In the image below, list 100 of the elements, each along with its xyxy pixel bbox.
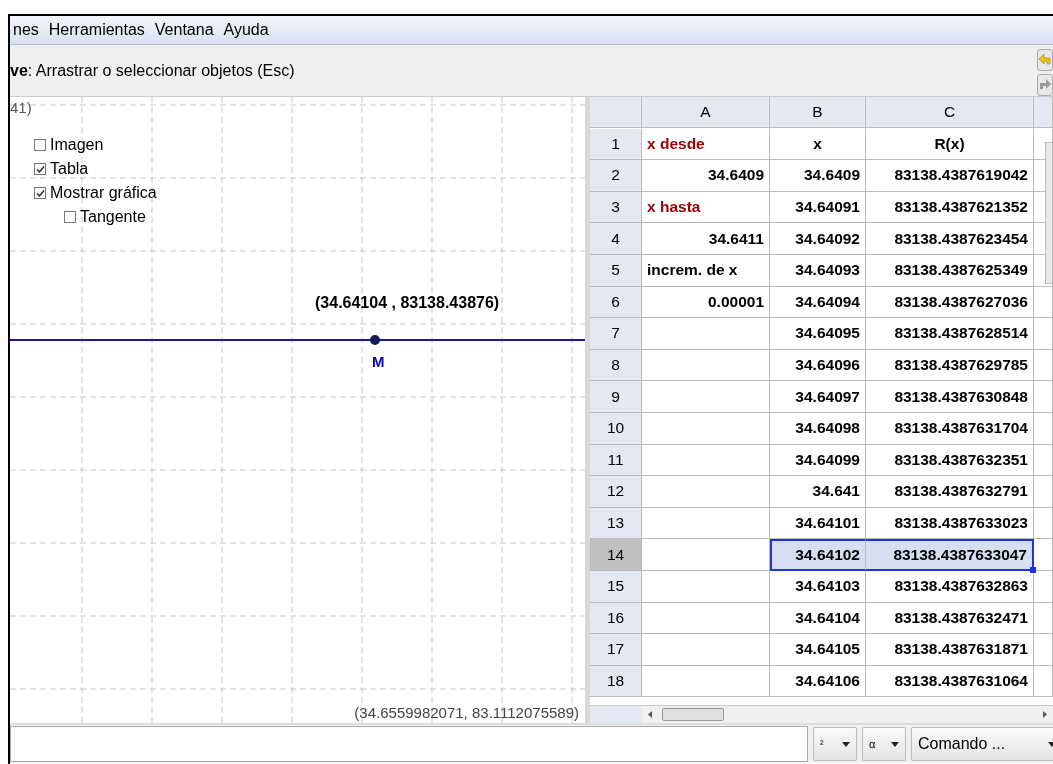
table-cell: 34.6411: [642, 223, 770, 255]
table-cell: [1034, 476, 1053, 508]
row-header[interactable]: 10: [590, 412, 642, 445]
menu-item[interactable]: Ayuda: [222, 21, 270, 39]
table-cell: [1034, 412, 1053, 445]
table-cell: x hasta: [642, 191, 770, 224]
table-cell: increm. de x: [642, 254, 770, 287]
row-header[interactable]: 4: [590, 223, 642, 255]
menu-item[interactable]: Ventana: [153, 21, 215, 39]
row-header[interactable]: 7: [590, 318, 642, 350]
table-cell: 34.64102: [770, 539, 866, 571]
input-field[interactable]: [10, 726, 808, 762]
table-cell: 83138.4387619042: [866, 160, 1034, 192]
row-header[interactable]: 8: [590, 349, 642, 382]
table-cell: 83138.4387623454: [866, 223, 1034, 255]
table-cell: [1034, 318, 1053, 350]
table-cell: 83138.4387632471: [866, 602, 1034, 635]
row-header[interactable]: 6: [590, 286, 642, 319]
dropdown[interactable]: ²: [813, 727, 857, 761]
table-cell: 83138.4387625349: [866, 254, 1034, 287]
vertical-scrollbar[interactable]: [1045, 142, 1053, 284]
row-header[interactable]: 11: [590, 444, 642, 477]
table-cell: 34.64103: [770, 570, 866, 603]
row-header[interactable]: 3: [590, 191, 642, 224]
table-cell: 34.6409: [770, 160, 866, 192]
table-cell: 83138.4387631064: [866, 665, 1034, 698]
table-cell: [1034, 286, 1053, 319]
table-cell: [1034, 570, 1053, 603]
caret-icon: [891, 741, 899, 747]
row-header[interactable]: 15: [590, 570, 642, 603]
table-cell: [1034, 634, 1053, 666]
table-cell: 34.64092: [770, 223, 866, 255]
table-cell: 34.64104: [770, 602, 866, 635]
row-header[interactable]: 17: [590, 634, 642, 666]
redo-icon[interactable]: [1037, 74, 1053, 96]
checkbox-label: Tabla: [50, 160, 89, 178]
table-cell: 83138.4387628514: [866, 318, 1034, 350]
table-cell: 34.64106: [770, 665, 866, 698]
table-cell: 34.64094: [770, 286, 866, 319]
row-header[interactable]: 16: [590, 602, 642, 635]
point-coordinates-label: (34.64104 , 83138.43876): [315, 294, 500, 312]
menu-item[interactable]: Herramientas: [47, 21, 146, 39]
table-cell: [1034, 507, 1053, 540]
dropdown[interactable]: Comando ...: [911, 727, 1053, 761]
table-cell: 34.641: [770, 476, 866, 508]
table-cell: 34.64091: [770, 191, 866, 224]
row-header[interactable]: 13: [590, 507, 642, 540]
table-cell: 34.64096: [770, 349, 866, 382]
table-cell: 83138.4387632863: [866, 570, 1034, 603]
checkbox-label: Tangente: [80, 208, 146, 226]
corner-cell[interactable]: [590, 97, 642, 128]
table-cell: [1034, 349, 1053, 382]
row-header[interactable]: 9: [590, 381, 642, 413]
table-cell: [1034, 539, 1053, 571]
checkbox[interactable]: [34, 139, 46, 151]
column-header[interactable]: C: [866, 97, 1034, 128]
tool-help-text: ve: Arrastrar o seleccionar objetos (Esc): [10, 61, 295, 80]
table-cell: 83138.4387631704: [866, 412, 1034, 445]
checkbox-label: Mostrar gráfica: [50, 184, 157, 202]
table-cell: 83138.4387632351: [866, 444, 1034, 477]
column-header[interactable]: A: [642, 97, 770, 128]
row-header[interactable]: 1: [590, 128, 642, 161]
table-cell: 83138.4387630848: [866, 381, 1034, 413]
row-header[interactable]: 5: [590, 254, 642, 287]
menu-item[interactable]: nes: [12, 21, 40, 39]
row-header[interactable]: 2: [590, 160, 642, 192]
dropdown[interactable]: α: [862, 727, 906, 761]
table-cell: 34.6409: [642, 160, 770, 192]
table-cell: 34.64093: [770, 254, 866, 287]
table-cell: 0.00001: [642, 286, 770, 319]
checkbox[interactable]: [34, 163, 46, 175]
table-cell: 83138.4387631871: [866, 634, 1034, 666]
table-cell: R(x): [866, 128, 1034, 161]
table-cell: 34.64095: [770, 318, 866, 350]
table-cell: [1034, 444, 1053, 477]
table-cell: [1034, 381, 1053, 413]
fill-handle[interactable]: [1030, 566, 1036, 573]
checkbox[interactable]: [64, 211, 76, 223]
point-name-label: M: [372, 353, 385, 370]
table-cell: [1034, 665, 1053, 698]
table-cell: 34.64105: [770, 634, 866, 666]
caret-icon: [842, 741, 850, 747]
scrollbar-thumb[interactable]: [662, 708, 724, 721]
row-header[interactable]: 14: [590, 539, 642, 571]
table-cell: x desde: [642, 128, 770, 161]
mouse-coordinates-text: (34.6559982071, 83.1112075589): [354, 704, 579, 721]
row-header[interactable]: 12: [590, 476, 642, 508]
table-cell: x: [770, 128, 866, 161]
table-cell: 83138.4387627036: [866, 286, 1034, 319]
caret-icon: [1048, 741, 1053, 747]
table-cell: 34.64098: [770, 412, 866, 445]
point-m[interactable]: [370, 335, 380, 345]
checkbox[interactable]: [34, 187, 46, 199]
column-header[interactable]: B: [770, 97, 866, 128]
table-cell: 34.64099: [770, 444, 866, 477]
table-cell: 83138.4387632791: [866, 476, 1034, 508]
table-cell: 83138.4387633047: [866, 539, 1034, 571]
row-header[interactable]: 18: [590, 665, 642, 698]
checkbox-label: Imagen: [50, 136, 104, 154]
table-cell: [1034, 602, 1053, 635]
